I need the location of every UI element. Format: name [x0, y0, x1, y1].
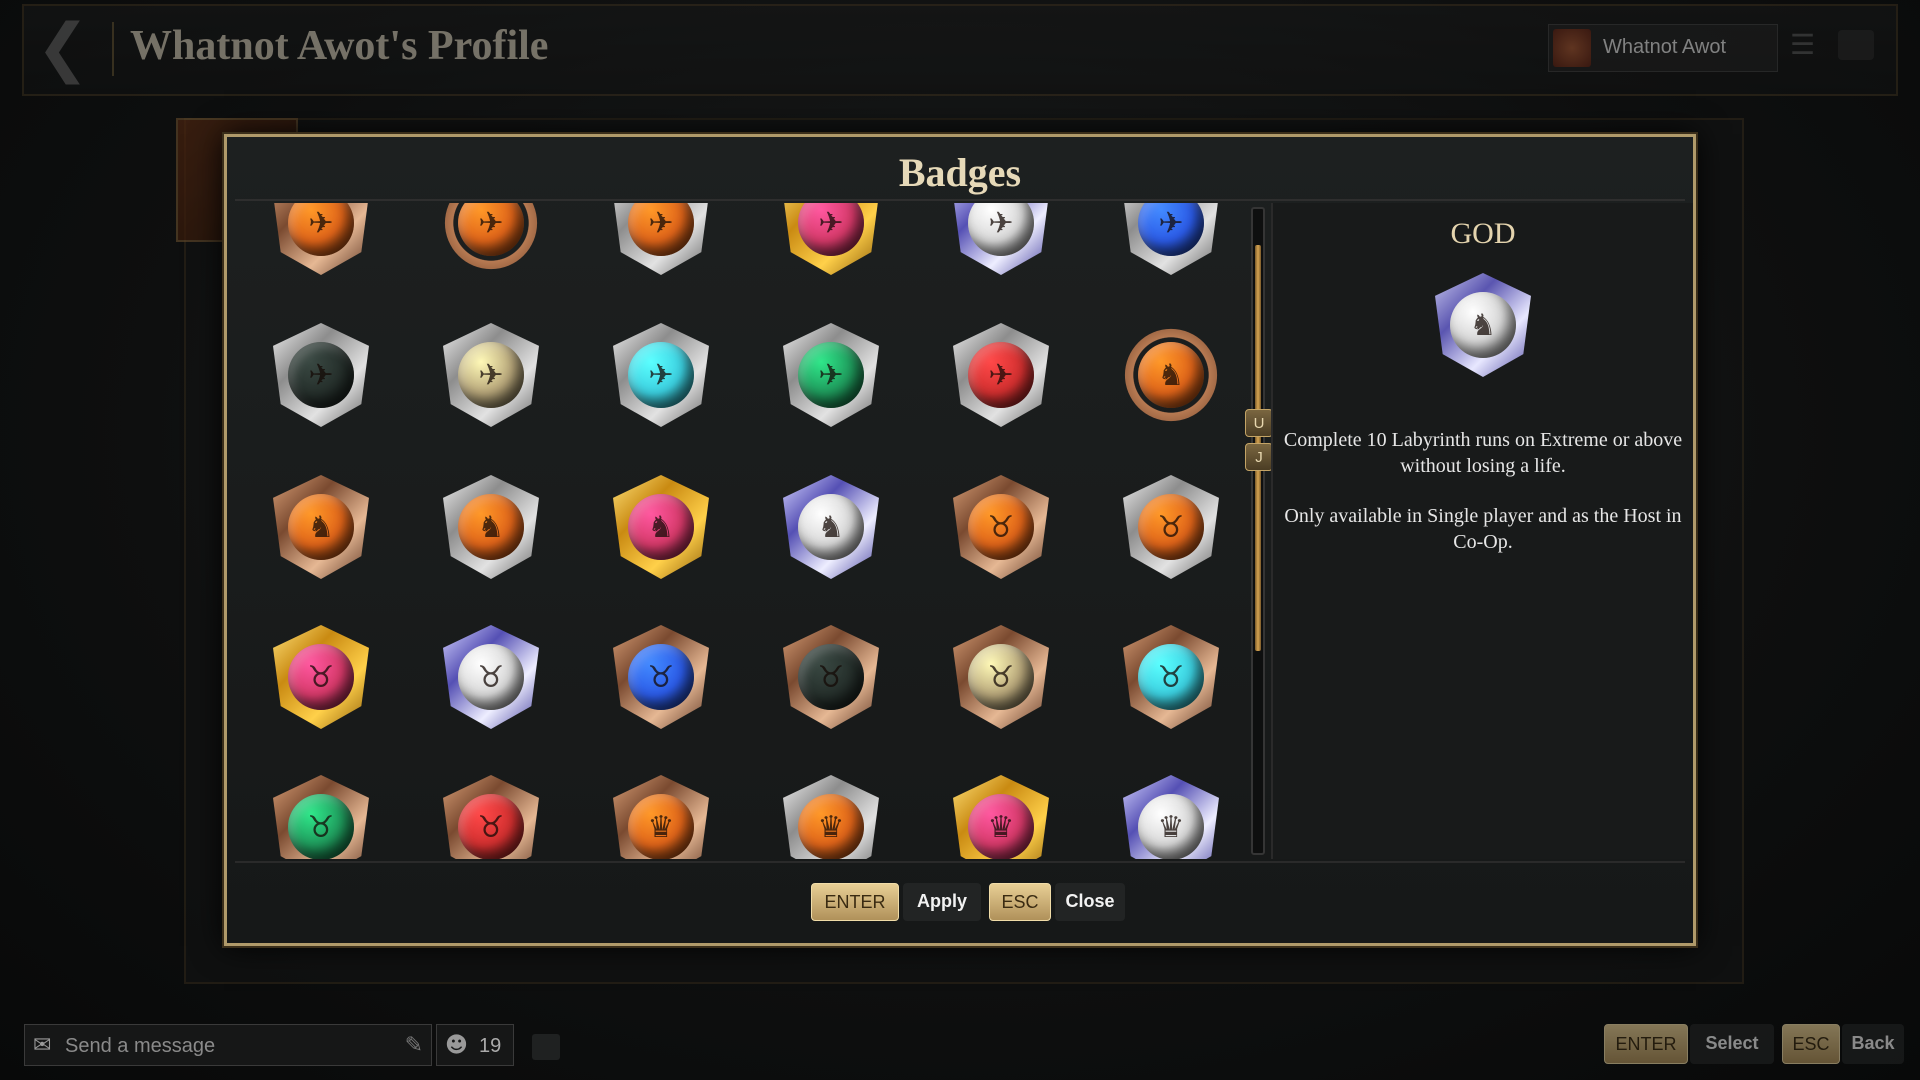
divider: [235, 861, 1685, 863]
badge-name: GOD: [1450, 217, 1516, 250]
badge-detail-panel: GOD ♞ Complete 10 Labyrinth runs on Extr…: [1271, 203, 1693, 859]
badge-item[interactable]: ♞: [261, 467, 381, 587]
badge-item[interactable]: ✈: [771, 315, 891, 435]
apply-button[interactable]: Apply: [903, 883, 981, 921]
badge-item[interactable]: ♉: [1111, 467, 1231, 587]
selected-badge-image: ♞: [1423, 265, 1543, 385]
strongman-icon: ♞: [458, 494, 524, 560]
badge-item[interactable]: ♉: [941, 617, 1061, 737]
badge-description: Complete 10 Labyrinth runs on Extreme or…: [1283, 427, 1683, 579]
badge-item[interactable]: ✈: [771, 203, 891, 283]
badge-item[interactable]: ♛: [941, 767, 1061, 859]
bull-icon: ♉: [968, 644, 1034, 710]
badge-item[interactable]: ♉: [261, 617, 381, 737]
edit-icon[interactable]: ✎: [405, 1033, 423, 1058]
strongman-icon: ♞: [1138, 342, 1204, 408]
bull-icon: ♉: [458, 794, 524, 859]
badge-item[interactable]: ✈: [431, 203, 551, 283]
badge-item[interactable]: ♉: [261, 767, 381, 859]
wing-icon: ✈: [968, 342, 1034, 408]
online-count-badge[interactable]: ☻ 19: [436, 1024, 514, 1066]
badge-item[interactable]: ♞: [771, 467, 891, 587]
friends-icon[interactable]: [532, 1034, 560, 1060]
scroll-up-key[interactable]: U: [1245, 409, 1273, 437]
chat-input[interactable]: ✉ Send a message ✎: [24, 1024, 432, 1066]
badge-requirement: Complete 10 Labyrinth runs on Extreme or…: [1283, 429, 1683, 477]
badge-item[interactable]: ✈: [941, 203, 1061, 283]
wing-icon: ✈: [458, 342, 524, 408]
crown-icon: ♛: [628, 794, 694, 859]
badge-item[interactable]: ♛: [601, 767, 721, 859]
bull-icon: ♉: [968, 494, 1034, 560]
menu-icon[interactable]: ☰: [1790, 30, 1826, 60]
badge-item[interactable]: ✈: [601, 315, 721, 435]
avatar: [1553, 29, 1591, 67]
apply-key[interactable]: ENTER: [811, 883, 899, 921]
page-title: Whatnot Awot's Profile: [130, 23, 549, 69]
chat-icon[interactable]: [1838, 30, 1874, 60]
strongman-icon: ♞: [288, 494, 354, 560]
crown-icon: ♛: [798, 794, 864, 859]
strongman-icon: ♞: [1450, 292, 1516, 358]
badge-item[interactable]: ✈: [431, 315, 551, 435]
scrollbar[interactable]: [1251, 207, 1265, 855]
modal-title: Badges: [898, 150, 1022, 195]
profile-chip[interactable]: Whatnot Awot: [1548, 24, 1778, 72]
chat-placeholder: Send a message: [65, 1035, 216, 1057]
header-divider: [112, 22, 114, 76]
bull-icon: ♉: [1138, 494, 1204, 560]
bull-icon: ♉: [288, 644, 354, 710]
badge-item[interactable]: ♉: [431, 617, 551, 737]
badge-item[interactable]: ♛: [771, 767, 891, 859]
badge-item[interactable]: ♉: [941, 467, 1061, 587]
wing-icon: ✈: [798, 342, 864, 408]
scroll-down-key[interactable]: J: [1245, 443, 1273, 471]
bull-icon: ♉: [288, 794, 354, 859]
badge-item[interactable]: ✈: [261, 315, 381, 435]
badge-item[interactable]: ♉: [601, 617, 721, 737]
badge-item[interactable]: ✈: [261, 203, 381, 283]
badge-grid: ✈ ✈ ✈ ✈ ✈ ✈ ✈ ✈ ✈ ✈ ✈ ♞ ♞ ♞ ♞ ♞ ♉ ♉ ♉ ♉ ♉ ♉ ♉ ♉ ♉ ♉ ♛ ♛ ♛ ♛: [235, 203, 1237, 859]
bull-icon: ♉: [628, 644, 694, 710]
back-hint-key: ESC: [1782, 1024, 1840, 1064]
badge-item[interactable]: ♞: [1111, 315, 1231, 435]
badge-item[interactable]: ✈: [601, 203, 721, 283]
badge-item[interactable]: ✈: [1111, 203, 1231, 283]
strongman-icon: ♞: [628, 494, 694, 560]
profile-name: Whatnot Awot: [1603, 36, 1727, 58]
close-button[interactable]: Close: [1055, 883, 1125, 921]
back-hint-label[interactable]: Back: [1842, 1024, 1904, 1064]
strongman-icon: ♞: [798, 494, 864, 560]
badge-note: Only available in Single player and as t…: [1284, 505, 1682, 553]
badge-item[interactable]: ✈: [941, 315, 1061, 435]
badges-modal: Badges ✈ ✈ ✈ ✈ ✈ ✈ ✈ ✈ ✈ ✈ ✈ ♞ ♞ ♞ ♞ ♞ ♉ ♉ ♉ ♉ ♉ ♉ ♉ ♉ ♉ ♉ ♛ ♛ ♛ ♛ U …: [224, 134, 1696, 946]
bull-icon: ♉: [798, 644, 864, 710]
wing-icon: ✈: [628, 342, 694, 408]
badge-item[interactable]: ♉: [1111, 617, 1231, 737]
chat-bubble-icon: ✉: [33, 1033, 52, 1058]
badge-item[interactable]: ♞: [601, 467, 721, 587]
crown-icon: ♛: [1138, 794, 1204, 859]
divider: [235, 199, 1685, 201]
close-key[interactable]: ESC: [989, 883, 1051, 921]
wing-icon: ✈: [288, 342, 354, 408]
user-icon: ☻: [445, 1033, 468, 1058]
badge-item[interactable]: ♞: [431, 467, 551, 587]
badge-item[interactable]: ♛: [1111, 767, 1231, 859]
crown-icon: ♛: [968, 794, 1034, 859]
online-count: 19: [479, 1035, 502, 1057]
select-hint-key: ENTER: [1604, 1024, 1688, 1064]
select-hint-label[interactable]: Select: [1690, 1024, 1774, 1064]
back-arrow-icon[interactable]: ❮: [36, 16, 106, 80]
bull-icon: ♉: [458, 644, 524, 710]
badge-item[interactable]: ♉: [431, 767, 551, 859]
badge-item[interactable]: ♉: [771, 617, 891, 737]
bull-icon: ♉: [1138, 644, 1204, 710]
